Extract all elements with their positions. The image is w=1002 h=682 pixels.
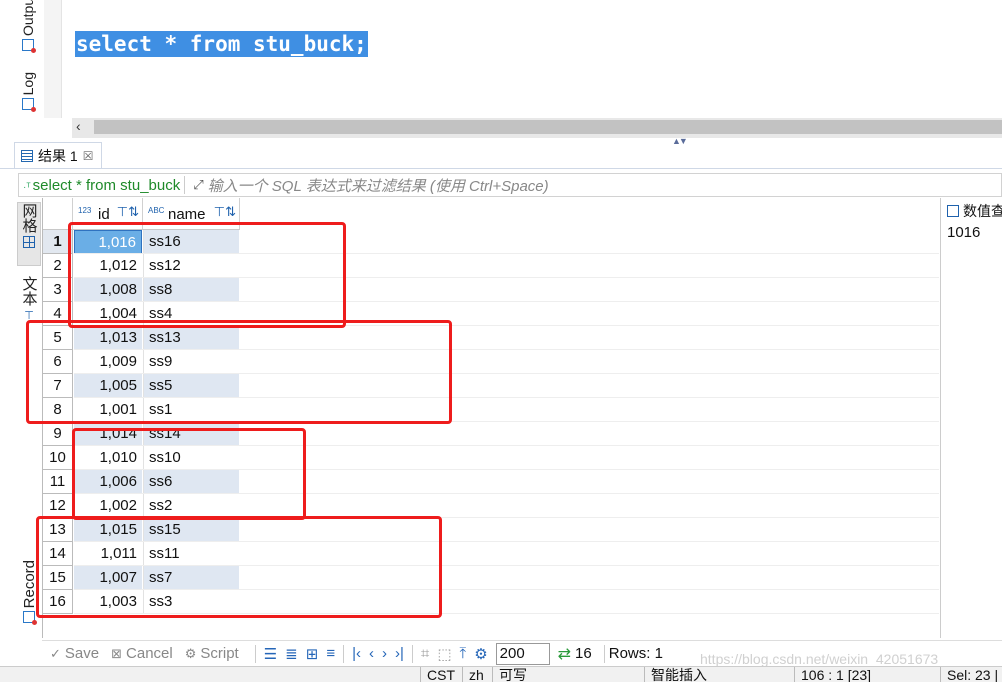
check-icon: ✓ (50, 645, 61, 661)
log-tab-label: Log (20, 72, 36, 96)
script-label: Script (200, 645, 239, 662)
last-page-icon[interactable]: ›| (395, 645, 404, 662)
row-number[interactable]: 12 (43, 494, 73, 518)
expand-icon[interactable]: ⤢ (193, 177, 203, 193)
status-timezone: CST (420, 667, 462, 682)
annotation-box-group-1 (68, 222, 346, 328)
tab-result-1[interactable]: 结果 1 ☒ (14, 142, 103, 168)
save-label: Save (64, 645, 100, 662)
filter-query-text: select * from stu_buck (32, 176, 181, 194)
filter-input[interactable]: 输入一个 SQL 表达式来过滤结果 (使用 Ctrl+Space) (208, 175, 549, 196)
next-page-icon[interactable]: › (382, 645, 387, 662)
script-icon: ⚙ (184, 645, 197, 661)
toolbar-separator (343, 644, 345, 663)
toolbar-separator (411, 644, 413, 663)
first-page-icon[interactable]: |‹ (352, 645, 361, 662)
output-icon (22, 39, 36, 54)
split-handle-icon[interactable]: ▲▼ (672, 136, 688, 146)
script-button[interactable]: ⚙ Script (185, 645, 239, 662)
record-icon (23, 611, 37, 626)
previous-page-icon[interactable]: ‹ (369, 645, 374, 662)
record-view-label: Record (20, 560, 38, 609)
delete-row-icon[interactable]: ≡ (326, 645, 335, 662)
edit-row-icon[interactable]: ☰ (264, 645, 277, 663)
value-viewer-value: 1016 (947, 224, 981, 241)
numeric-type-icon: 123 (78, 206, 92, 215)
fetch-size-input[interactable]: 200 (495, 642, 550, 665)
column-header-name-label: name (168, 206, 206, 223)
result-table-icon (21, 149, 33, 162)
settings-icon[interactable]: ⚙ (474, 645, 487, 663)
annotation-box-group-4 (36, 516, 442, 618)
text-view-label: 文本 (20, 276, 38, 306)
scrollbar-thumb[interactable] (94, 120, 1002, 134)
fit-icon[interactable]: ⬚ (437, 645, 451, 663)
sql-editor[interactable]: select * from stu_buck; (62, 0, 1002, 118)
cancel-label: Cancel (126, 645, 173, 662)
filter-sort-icon[interactable]: ⊤⇅ (117, 204, 139, 220)
value-viewer-panel: 数值查看器 1016 (940, 198, 1002, 638)
output-tab-label: Output (20, 0, 36, 37)
rows-count: Rows: 1 (608, 645, 663, 662)
cancel-icon: ⊠ (111, 645, 123, 661)
add-row-icon[interactable]: ≣ (285, 645, 298, 663)
result-count: 16 (575, 645, 592, 662)
export-icon[interactable]: ⤒ (460, 645, 467, 662)
column-header-id-label: id (98, 206, 110, 223)
status-locale: zh (462, 667, 492, 682)
scroll-left-icon[interactable]: ‹ (76, 118, 81, 134)
cancel-button[interactable]: ⊠ Cancel (111, 645, 173, 662)
close-icon[interactable]: ☒ (83, 149, 94, 163)
toolbar-separator (254, 644, 256, 663)
link-icon[interactable]: ⌗ (421, 645, 429, 662)
copy-row-icon[interactable]: ⊞ (306, 645, 319, 663)
sql-selected-text[interactable]: select * from stu_buck; (75, 31, 368, 57)
value-viewer-title: 数值查看器 (963, 203, 1002, 219)
tab-grid-view[interactable]: 网格 (17, 202, 41, 266)
editor-side-tabs: Output Log (0, 0, 44, 118)
status-insert-mode: 智能插入 (644, 667, 794, 682)
filter-separator (184, 176, 186, 194)
query-icon: ·ᵀ (23, 181, 31, 193)
annotation-box-group-3 (72, 428, 306, 520)
log-icon (22, 98, 36, 113)
grid-icon (23, 236, 35, 248)
status-position: 106 : 1 [23] (794, 667, 940, 682)
editor-gutter (44, 0, 62, 118)
editor-horizontal-scrollbar[interactable]: ‹ (72, 118, 1002, 138)
text-type-icon: ABC (148, 206, 165, 215)
tab-divider (0, 168, 1002, 169)
filter-sort-icon[interactable]: ⊤⇅ (214, 204, 236, 220)
log-tab[interactable]: Log (17, 72, 39, 113)
status-bar: CST zh 可写 智能插入 106 : 1 [23] Sel: 23 | 1 (0, 666, 1002, 682)
status-mode: 可写 (492, 667, 644, 682)
refresh-icon[interactable]: ⇄ (558, 644, 571, 664)
tab-text-view[interactable]: 文本 ⊤ (17, 276, 41, 322)
filter-bar: ·ᵀ select * from stu_buck ⤢ 输入一个 SQL 表达式来… (18, 173, 1002, 197)
output-tab[interactable]: Output (17, 0, 39, 54)
row-number[interactable]: 10 (43, 446, 73, 470)
tab-result-1-label: 结果 1 (38, 147, 78, 164)
row-number[interactable]: 11 (43, 470, 73, 494)
grid-view-label: 网格 (20, 203, 38, 233)
toolbar-separator (603, 644, 605, 663)
filter-query[interactable]: ·ᵀ select * from stu_buck (19, 177, 180, 194)
watermark: https://blog.csdn.net/weixin_42051673 (700, 651, 939, 667)
save-button[interactable]: ✓ Save (50, 645, 99, 662)
value-viewer-header[interactable]: 数值查看器 (941, 198, 1002, 224)
value-viewer-icon (947, 205, 959, 217)
annotation-box-group-2 (26, 320, 452, 424)
row-number[interactable]: 9 (43, 422, 73, 446)
status-selection: Sel: 23 | 1 (940, 667, 1002, 682)
